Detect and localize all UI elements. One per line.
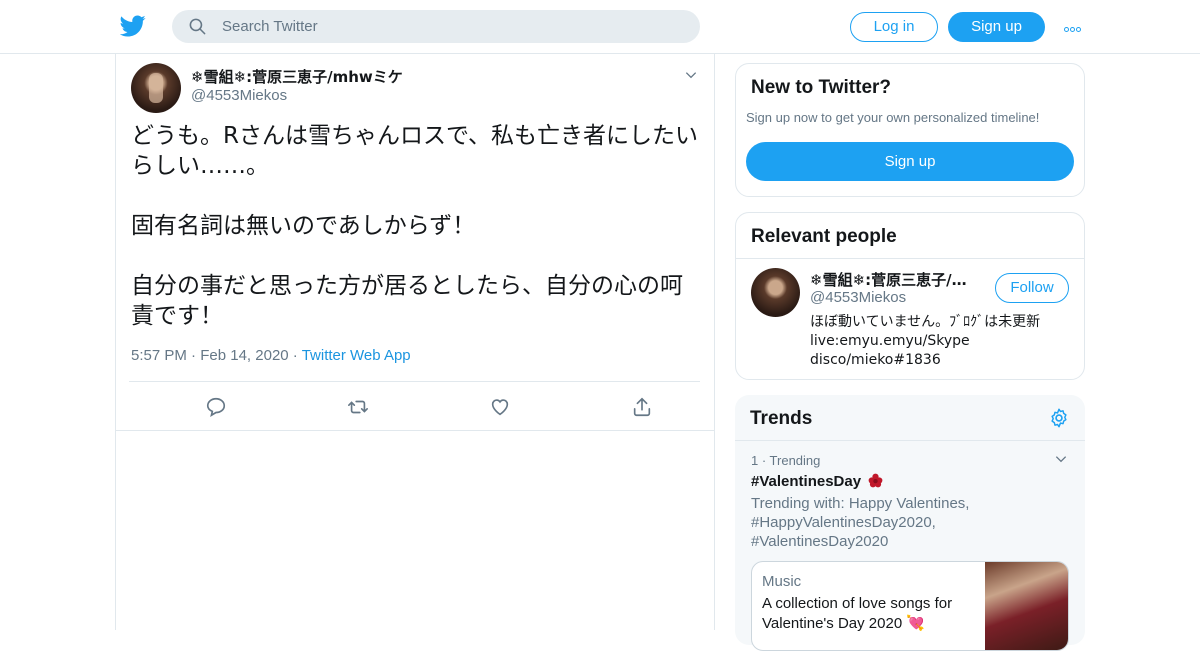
avatar[interactable] xyxy=(751,268,800,317)
retweet-icon[interactable] xyxy=(347,396,369,418)
tweet-metadata: 5:57 PM · Feb 14, 2020 · Twitter Web App xyxy=(131,347,411,364)
meta-separator: · xyxy=(191,347,197,364)
follow-button[interactable]: Follow xyxy=(995,273,1069,303)
search-box[interactable] xyxy=(172,10,700,43)
twitter-bird-icon[interactable] xyxy=(120,13,146,39)
media-description: A collection of love songs for Valentine… xyxy=(762,595,953,632)
login-button[interactable]: Log in xyxy=(850,12,938,42)
search-icon xyxy=(189,18,206,35)
trend-hashtag-text[interactable]: #ValentinesDay xyxy=(751,473,861,490)
gear-icon[interactable] xyxy=(1048,407,1070,429)
card-title: New to Twitter? xyxy=(751,77,892,98)
signup-card-button[interactable]: Sign up xyxy=(746,142,1074,181)
like-heart-icon[interactable] xyxy=(489,396,511,418)
bio-line: ほぼ動いていません。ﾌﾞﾛｸﾞは未更新 xyxy=(810,314,1041,330)
rose-emoji-icon xyxy=(868,473,883,488)
tweet-date[interactable]: Feb 14, 2020 xyxy=(200,347,288,364)
tweet-detail-column: ❄雪組❄:菅原三恵子/mhwミケ @4553Miekos どうも。Rさんは雪ちゃ… xyxy=(115,54,715,630)
tweet-source-link[interactable]: Twitter Web App xyxy=(302,347,411,364)
trend-hashtag[interactable]: #ValentinesDay xyxy=(751,473,883,490)
relevant-people-card: Relevant people ❄雪組❄:菅原三恵子/… @4553Miekos… xyxy=(735,212,1085,380)
divider xyxy=(736,258,1084,259)
card-subtitle: Sign up now to get your own personalized… xyxy=(746,110,1040,125)
trends-card: Trends 1 · Trending #ValentinesDay Trend… xyxy=(735,395,1085,651)
bio-line: live:emyu.emyu/Skype xyxy=(810,333,970,349)
display-name[interactable]: ❄雪組❄:菅原三恵子/mhwミケ xyxy=(191,66,403,87)
chevron-down-icon[interactable] xyxy=(684,68,698,82)
user-bio: ほぼ動いていません。ﾌﾞﾛｸﾞは未更新 live:emyu.emyu/Skype… xyxy=(810,313,1078,370)
reply-icon[interactable] xyxy=(205,396,227,418)
avatar[interactable] xyxy=(131,63,181,113)
user-handle[interactable]: @4553Miekos xyxy=(191,87,287,104)
tweet-text: どうも。Rさんは雪ちゃんロスで、私も亡き者にしたいらしい……。 固有名詞は無いの… xyxy=(131,121,701,331)
tweet-paragraph: 自分の事だと思った方が居るとしたら、自分の心の呵責です！ xyxy=(131,273,683,329)
search-input[interactable] xyxy=(222,10,682,43)
card-title: Trends xyxy=(750,408,813,429)
card-title: Relevant people xyxy=(751,226,897,247)
more-options-icon[interactable] xyxy=(1064,17,1086,37)
tweet-paragraph: どうも。Rさんは雪ちゃんロスで、私も亡き者にしたいらしい……。 xyxy=(131,123,699,179)
trend-media-card[interactable]: Music A collection of love songs for Val… xyxy=(751,561,1069,651)
meta-separator: · xyxy=(292,347,298,364)
new-to-twitter-card: New to Twitter? Sign up now to get your … xyxy=(735,63,1085,197)
trend-rank: 1 · Trending xyxy=(751,453,821,468)
media-thumbnail[interactable] xyxy=(985,562,1068,650)
tweet-time[interactable]: 5:57 PM xyxy=(131,347,187,364)
media-category: Music xyxy=(762,573,802,590)
display-name[interactable]: ❄雪組❄:菅原三恵子/… xyxy=(810,269,980,290)
bio-line: disco/mieko#1836 xyxy=(810,352,941,368)
divider xyxy=(116,430,714,431)
tweet-paragraph: 固有名詞は無いのであしからず！ xyxy=(131,213,476,239)
user-handle[interactable]: @4553Miekos xyxy=(810,289,906,306)
chevron-down-icon[interactable] xyxy=(1054,452,1068,466)
signup-button[interactable]: Sign up xyxy=(948,12,1045,42)
tweet-actions xyxy=(129,381,700,431)
divider xyxy=(735,440,1085,441)
top-navigation-bar: Log in Sign up xyxy=(0,0,1200,54)
share-icon[interactable] xyxy=(631,396,653,418)
trending-with-text: Trending with: Happy Valentines, #HappyV… xyxy=(751,495,970,550)
